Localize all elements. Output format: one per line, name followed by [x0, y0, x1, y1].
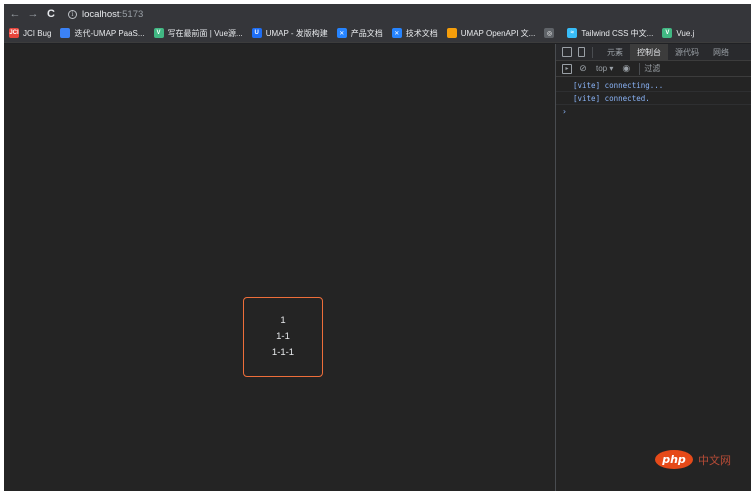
context-selector[interactable]: top ▾: [596, 64, 613, 73]
tab-network[interactable]: 网络: [706, 44, 736, 61]
umap-icon: U: [251, 28, 262, 38]
vue-icon: V: [153, 28, 164, 38]
tab-sources[interactable]: 源代码: [668, 44, 706, 61]
address-bar-row: ← → C i localhost :5173: [4, 4, 751, 24]
console-prompt[interactable]: ›: [556, 105, 751, 118]
bookmark-item[interactable]: JCI JCI Bug: [9, 28, 51, 38]
console-toolbar: ▸ ⊘ top ▾ ◉: [556, 61, 751, 77]
confluence-icon: ✕: [336, 28, 347, 38]
bookmark-label: JCI Bug: [23, 28, 52, 38]
tree-box: 1 1-1 1-1-1: [243, 297, 323, 377]
tailwind-icon: ≈: [567, 28, 578, 38]
bookmark-label: 技术文档: [405, 28, 438, 38]
tab-elements[interactable]: 元素: [600, 44, 630, 61]
bookmark-label: Tailwind CSS 中文...: [581, 28, 654, 38]
bookmark-item[interactable]: V Vue.j: [662, 28, 694, 38]
devtools-tab-bar: 元素 控制台 源代码 网络: [556, 43, 751, 61]
bookmark-label: 产品文档: [350, 28, 383, 38]
console-filter-input[interactable]: [639, 62, 700, 75]
divider: [592, 46, 593, 58]
vue-icon: V: [662, 28, 673, 38]
reload-icon[interactable]: C: [44, 7, 58, 21]
tree-item-level-2: 1-1: [276, 331, 290, 342]
info-icon[interactable]: i: [68, 9, 77, 19]
inspect-element-icon[interactable]: [562, 47, 572, 57]
tree-item-level-3: 1-1-1: [271, 347, 295, 358]
bookmark-item[interactable]: U UMAP - 发版构建: [251, 28, 328, 39]
device-toolbar-icon[interactable]: [578, 47, 585, 57]
page-viewport: 1 1-1 1-1-1: [4, 44, 555, 491]
globe-icon: ◎: [544, 28, 555, 38]
bookmark-item[interactable]: ✕ 技术文档: [391, 28, 438, 39]
clear-console-icon[interactable]: ⊘: [578, 63, 588, 74]
jci-bug-icon: JCI: [9, 28, 19, 38]
eye-icon[interactable]: ◉: [621, 63, 631, 74]
bookmark-label: UMAP OpenAPI 文...: [460, 28, 536, 38]
bookmark-item[interactable]: ≈ Tailwind CSS 中文...: [567, 28, 653, 39]
bookmark-item[interactable]: ✕ 产品文档: [336, 28, 383, 39]
bookmark-item[interactable]: V 写在最前面 | Vue源...: [153, 28, 243, 39]
bookmark-label: Vue.j: [676, 28, 695, 38]
confluence-icon: ✕: [391, 28, 402, 38]
browser-window: ← → C i localhost :5173 JCI JCI Bug 迭代-UMA…: [4, 4, 751, 491]
url-port: :5173: [119, 8, 144, 20]
bookmark-item[interactable]: UMAP OpenAPI 文...: [446, 28, 536, 39]
console-log-line: [vite] connected.: [556, 92, 751, 105]
php-logo: php: [655, 450, 693, 469]
omnibox[interactable]: i localhost :5173: [68, 6, 143, 22]
bookmark-label: UMAP - 发版构建: [265, 28, 328, 38]
cloud-icon: [60, 28, 71, 38]
tab-console[interactable]: 控制台: [630, 43, 668, 61]
console-log-line: [vite] connecting...: [556, 79, 751, 92]
bookmark-label: 写在最前面 | Vue源...: [167, 28, 243, 38]
watermark-text: 中文网: [698, 454, 731, 467]
back-arrow-icon[interactable]: ←: [8, 7, 22, 21]
bookmark-item[interactable]: ◎: [544, 28, 558, 38]
sidebar-toggle-icon[interactable]: ▸: [562, 63, 572, 74]
watermark: php 中文网: [655, 450, 731, 469]
openapi-icon: [446, 28, 457, 38]
devtools-panel: 元素 控制台 源代码 网络 ▸ ⊘ top ▾ ◉ [vite] connect…: [555, 43, 751, 491]
forward-arrow-icon[interactable]: →: [26, 7, 40, 21]
console-output: [vite] connecting... [vite] connected. ›: [556, 77, 751, 118]
url-host: localhost: [82, 8, 120, 20]
tree-item-level-1: 1: [280, 315, 286, 326]
bookmark-label: 迭代-UMAP PaaS...: [74, 28, 145, 38]
bookmarks-bar: JCI JCI Bug 迭代-UMAP PaaS... V 写在最前面 | Vue源..…: [4, 24, 751, 43]
bookmark-item[interactable]: 迭代-UMAP PaaS...: [60, 28, 145, 39]
